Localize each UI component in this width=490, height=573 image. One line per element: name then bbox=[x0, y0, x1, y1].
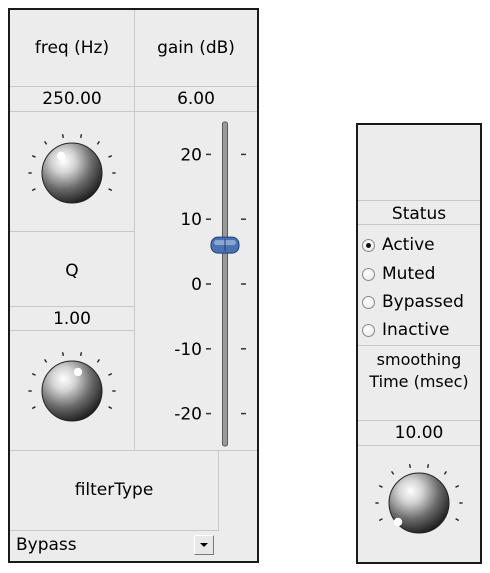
smoothing-value[interactable]: 10.00 bbox=[358, 423, 480, 443]
divider bbox=[218, 450, 219, 531]
smoothing-label-line1: smoothing bbox=[376, 350, 462, 369]
freq-label: freq (Hz) bbox=[34, 38, 110, 58]
status-radio-muted[interactable]: Muted bbox=[362, 262, 435, 286]
chevron-down-icon bbox=[200, 543, 208, 547]
divider bbox=[358, 224, 480, 225]
divider bbox=[10, 330, 134, 331]
divider bbox=[10, 231, 134, 232]
slider-thumb-icon[interactable] bbox=[210, 236, 240, 254]
status-panel: Status Active Muted Bypassed Inactive sm… bbox=[356, 123, 482, 564]
divider bbox=[10, 111, 257, 112]
radio-button-icon[interactable] bbox=[362, 267, 375, 281]
filtertype-label: filterType bbox=[74, 480, 154, 500]
divider bbox=[358, 200, 480, 201]
divider bbox=[358, 445, 480, 446]
q-label: Q bbox=[65, 261, 79, 281]
filtertype-selected-value: Bypass bbox=[16, 535, 77, 555]
filtertype-select[interactable]: Bypass bbox=[10, 531, 257, 559]
status-radio-active[interactable]: Active bbox=[362, 233, 435, 257]
divider bbox=[358, 420, 480, 421]
rotary-knob-icon bbox=[28, 352, 116, 422]
rotary-knob-icon bbox=[375, 464, 463, 534]
smoothing-knob[interactable] bbox=[373, 457, 465, 549]
gain-label: gain (dB) bbox=[157, 38, 235, 58]
status-radio-bypassed[interactable]: Bypassed bbox=[362, 290, 464, 314]
divider bbox=[10, 86, 257, 87]
tick-label: 0 bbox=[191, 275, 202, 295]
radio-label: Inactive bbox=[382, 320, 450, 340]
slider-track bbox=[222, 121, 228, 447]
rotary-knob-icon bbox=[28, 134, 116, 204]
radio-button-icon[interactable] bbox=[362, 295, 375, 309]
gain-value[interactable]: 6.00 bbox=[135, 89, 257, 109]
radio-button-icon[interactable] bbox=[362, 238, 375, 252]
radio-button-icon[interactable] bbox=[362, 323, 375, 337]
status-radio-inactive[interactable]: Inactive bbox=[362, 318, 449, 342]
radio-label: Muted bbox=[382, 264, 436, 284]
tick-label: -10 bbox=[174, 340, 202, 360]
q-value[interactable]: 1.00 bbox=[10, 309, 134, 329]
smoothing-label-line2: Time (msec) bbox=[369, 372, 469, 391]
column-divider bbox=[134, 10, 135, 450]
freq-knob[interactable] bbox=[26, 127, 118, 219]
divider bbox=[358, 345, 480, 346]
dropdown-button[interactable] bbox=[194, 535, 214, 555]
tick-label: 10 bbox=[180, 210, 202, 230]
status-label: Status bbox=[391, 204, 447, 224]
divider bbox=[10, 306, 134, 307]
filter-panel: freq (Hz) 250.00 Q 1.00 gain (dB) 6.00 2… bbox=[8, 8, 259, 563]
gain-slider[interactable]: 20 10 0 -10 -20 bbox=[138, 116, 254, 452]
q-knob[interactable] bbox=[26, 345, 118, 437]
tick-label: -20 bbox=[174, 405, 202, 425]
radio-label: Active bbox=[382, 235, 435, 255]
tick-label: 20 bbox=[180, 145, 202, 165]
radio-label: Bypassed bbox=[382, 292, 464, 312]
freq-value[interactable]: 250.00 bbox=[10, 89, 134, 109]
